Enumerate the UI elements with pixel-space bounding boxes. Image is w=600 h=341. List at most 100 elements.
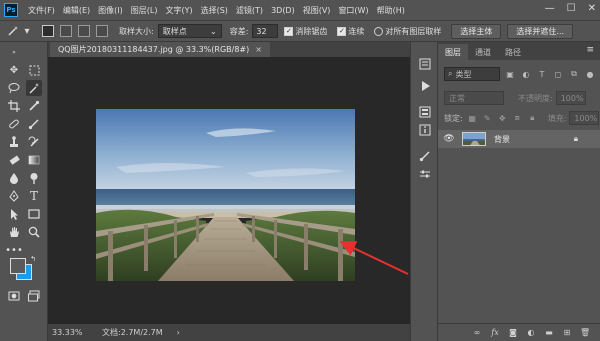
sample-size-select[interactable]: 取样点 ⌄ xyxy=(157,24,222,38)
menu-image[interactable]: 图像(I) xyxy=(94,5,127,16)
move-tool-icon[interactable]: ✥ xyxy=(6,62,22,78)
adjustment-layer-icon[interactable]: ◐ xyxy=(526,328,536,337)
menu-filter[interactable]: 滤镜(T) xyxy=(232,5,267,16)
collapse-icon[interactable]: » xyxy=(6,44,22,60)
canvas-area[interactable] xyxy=(48,57,410,324)
clone-stamp-tool-icon[interactable] xyxy=(6,134,22,150)
zoom-tool-icon[interactable] xyxy=(26,224,42,240)
crop-tool-icon[interactable] xyxy=(6,98,22,114)
type-tool-icon[interactable]: T xyxy=(26,188,42,204)
menu-bar: Ps 文件(F) 编辑(E) 图像(I) 图层(L) 文字(Y) 选择(S) 滤… xyxy=(0,0,600,20)
chevron-down-icon[interactable]: ▾ xyxy=(20,24,34,38)
layer-filter-select[interactable]: ⌕ 类型 xyxy=(444,67,500,81)
menu-file[interactable]: 文件(F) xyxy=(24,5,59,16)
new-selection-icon[interactable] xyxy=(42,25,54,37)
tolerance-input[interactable]: 32 xyxy=(252,24,279,38)
subtract-selection-icon[interactable] xyxy=(78,25,90,37)
lock-image-icon[interactable]: ✎ xyxy=(482,113,493,124)
hand-tool-icon[interactable] xyxy=(6,224,22,240)
add-mask-icon[interactable]: ◙ xyxy=(508,328,518,337)
minimize-button[interactable]: — xyxy=(545,3,555,14)
lock-label: 锁定: xyxy=(444,113,463,123)
add-selection-icon[interactable] xyxy=(60,25,72,37)
menu-type[interactable]: 文字(Y) xyxy=(161,5,196,16)
menu-select[interactable]: 选择(S) xyxy=(197,5,232,16)
opacity-input[interactable]: 100% xyxy=(555,91,586,105)
status-menu-icon[interactable]: › xyxy=(177,328,180,337)
menu-3d[interactable]: 3D(D) xyxy=(267,6,299,15)
rectangle-tool-icon[interactable] xyxy=(26,206,42,222)
close-tab-icon[interactable]: × xyxy=(255,45,262,54)
path-selection-tool-icon[interactable] xyxy=(6,206,22,222)
healing-brush-tool-icon[interactable] xyxy=(6,116,22,132)
tab-paths[interactable]: 路径 xyxy=(498,44,528,60)
layer-name[interactable]: 背景 xyxy=(494,134,510,145)
lock-position-icon[interactable]: ✥ xyxy=(497,113,508,124)
foreground-color-swatch[interactable] xyxy=(10,258,26,274)
tab-channels[interactable]: 通道 xyxy=(468,44,498,60)
history-panel-icon[interactable] xyxy=(417,56,433,72)
intersect-selection-icon[interactable] xyxy=(96,25,108,37)
shape-filter-icon[interactable]: ◻ xyxy=(552,68,564,80)
quick-mask-icon[interactable] xyxy=(6,288,22,304)
magic-wand-tool-icon[interactable] xyxy=(26,80,42,96)
menu-window[interactable]: 窗口(W) xyxy=(334,5,372,16)
panel-tabs: 图层 通道 路径 ≡ xyxy=(438,42,600,60)
panel-menu-icon[interactable]: ≡ xyxy=(586,45,594,55)
document-tab-title: QQ图片20180311184437.jpg @ 33.3%(RGB/8#) xyxy=(58,45,250,54)
document-image[interactable] xyxy=(96,109,355,281)
gradient-tool-icon[interactable] xyxy=(26,152,42,168)
select-subject-button[interactable]: 选择主体 xyxy=(451,23,502,39)
link-layers-icon[interactable]: ∞ xyxy=(472,328,482,337)
blend-row: 正常 不透明度: 100% xyxy=(438,90,600,106)
swap-colors-icon[interactable]: ↰ xyxy=(28,254,38,264)
menu-view[interactable]: 视图(V) xyxy=(299,5,335,16)
actions-panel-icon[interactable] xyxy=(417,78,433,94)
tab-layers[interactable]: 图层 xyxy=(438,44,468,60)
dodge-tool-icon[interactable] xyxy=(26,170,42,186)
image-filter-icon[interactable]: ▣ xyxy=(504,68,516,80)
layer-row[interactable]: 👁︎ 背景 🔒︎ xyxy=(438,130,600,148)
antialias-label: 消除锯齿 xyxy=(295,26,328,36)
new-group-icon[interactable]: ▬ xyxy=(544,328,554,337)
delete-layer-icon[interactable]: 🗑︎ xyxy=(580,328,590,337)
adjustments-panel-icon[interactable] xyxy=(417,166,433,182)
antialias-checkbox[interactable]: ✓ xyxy=(284,26,294,36)
magic-wand-preset-icon[interactable] xyxy=(6,24,20,38)
document-tab[interactable]: QQ图片20180311184437.jpg @ 33.3%(RGB/8#) × xyxy=(50,42,270,57)
blend-mode-select[interactable]: 正常 xyxy=(444,91,504,105)
lock-artboard-icon[interactable]: ⧈ xyxy=(512,113,523,124)
filter-toggle-icon[interactable]: ● xyxy=(584,68,596,80)
zoom-level[interactable]: 33.33% xyxy=(48,328,86,337)
eyedropper-tool-icon[interactable] xyxy=(26,98,42,114)
more-tools-icon[interactable]: ••• xyxy=(5,242,23,258)
smart-object-filter-icon[interactable]: ⧉ xyxy=(568,68,580,80)
pen-tool-icon[interactable] xyxy=(6,188,22,204)
close-button[interactable]: ✕ xyxy=(588,3,596,14)
menu-help[interactable]: 帮助(H) xyxy=(373,5,409,16)
all-layers-checkbox[interactable] xyxy=(374,26,384,36)
screen-mode-icon[interactable] xyxy=(26,288,42,304)
maximize-button[interactable]: ☐ xyxy=(567,3,576,14)
eye-icon[interactable]: 👁︎ xyxy=(442,134,456,144)
brush-tool-icon[interactable] xyxy=(26,116,42,132)
layer-style-icon[interactable]: fx xyxy=(490,328,500,337)
history-brush-tool-icon[interactable] xyxy=(26,134,42,150)
contiguous-checkbox[interactable]: ✓ xyxy=(337,26,347,36)
brush-settings-panel-icon[interactable] xyxy=(417,148,433,164)
fill-input[interactable]: 100% xyxy=(569,111,600,125)
properties-panel-icon[interactable] xyxy=(417,104,433,120)
menu-edit[interactable]: 编辑(E) xyxy=(59,5,94,16)
select-and-mask-button[interactable]: 选择并遮住... xyxy=(507,23,574,39)
new-layer-icon[interactable]: ⊞ xyxy=(562,328,572,337)
lock-transparent-icon[interactable]: ▦ xyxy=(467,113,478,124)
lock-all-icon[interactable]: 🔒︎ xyxy=(527,113,538,124)
lasso-tool-icon[interactable] xyxy=(6,80,22,96)
blur-tool-icon[interactable] xyxy=(6,170,22,186)
eraser-tool-icon[interactable] xyxy=(6,152,22,168)
info-panel-icon[interactable] xyxy=(417,122,433,138)
menu-layer[interactable]: 图层(L) xyxy=(127,5,162,16)
marquee-tool-icon[interactable] xyxy=(26,62,42,78)
type-filter-icon[interactable]: T xyxy=(536,68,548,80)
adjustment-filter-icon[interactable]: ◐ xyxy=(520,68,532,80)
